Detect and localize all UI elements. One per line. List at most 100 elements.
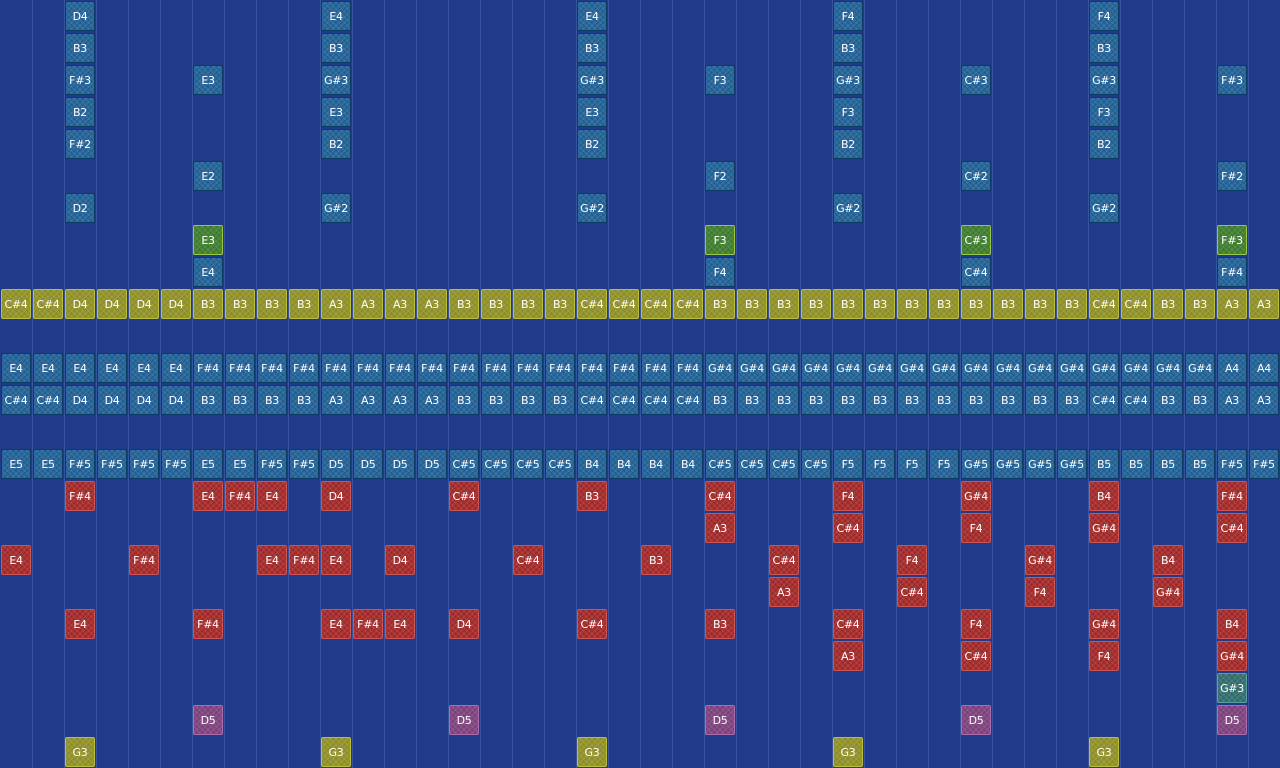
note-block[interactable]: C#5 bbox=[513, 449, 543, 479]
note-block[interactable]: B5 bbox=[1185, 449, 1215, 479]
note-block[interactable]: B2 bbox=[577, 129, 607, 159]
note-block[interactable]: G#3 bbox=[833, 65, 863, 95]
note-block[interactable]: C#4 bbox=[961, 257, 991, 287]
note-block[interactable]: A3 bbox=[353, 385, 383, 415]
note-block[interactable]: F4 bbox=[897, 545, 927, 575]
note-block[interactable]: F#4 bbox=[353, 609, 383, 639]
note-block[interactable]: C#4 bbox=[769, 545, 799, 575]
note-block[interactable]: F#4 bbox=[225, 481, 255, 511]
note-block[interactable]: F#4 bbox=[129, 545, 159, 575]
note-block[interactable]: B2 bbox=[65, 97, 95, 127]
note-block[interactable]: C#4 bbox=[1089, 289, 1119, 319]
note-block[interactable]: D5 bbox=[417, 449, 447, 479]
note-block[interactable]: F4 bbox=[961, 513, 991, 543]
note-block[interactable]: F4 bbox=[1089, 641, 1119, 671]
note-block[interactable]: G#2 bbox=[321, 193, 351, 223]
note-block[interactable]: A3 bbox=[1217, 385, 1247, 415]
note-block[interactable]: B3 bbox=[929, 289, 959, 319]
note-block[interactable]: G#4 bbox=[833, 353, 863, 383]
note-block[interactable]: B3 bbox=[225, 289, 255, 319]
note-block[interactable]: G#2 bbox=[577, 193, 607, 223]
note-block[interactable]: B3 bbox=[769, 289, 799, 319]
note-block[interactable]: A3 bbox=[1249, 385, 1279, 415]
note-block[interactable]: F#5 bbox=[1249, 449, 1279, 479]
note-block[interactable]: F#3 bbox=[1217, 65, 1247, 95]
note-block[interactable]: E4 bbox=[65, 609, 95, 639]
note-block[interactable]: B3 bbox=[705, 609, 735, 639]
note-block[interactable]: F#4 bbox=[1217, 481, 1247, 511]
note-block[interactable]: F#4 bbox=[481, 353, 511, 383]
note-block[interactable]: F3 bbox=[1089, 97, 1119, 127]
note-block[interactable]: E3 bbox=[193, 225, 223, 255]
note-block[interactable]: B3 bbox=[1025, 385, 1055, 415]
note-block[interactable]: G3 bbox=[577, 737, 607, 767]
note-block[interactable]: C#4 bbox=[897, 577, 927, 607]
note-block[interactable]: E4 bbox=[193, 481, 223, 511]
note-block[interactable]: B4 bbox=[1089, 481, 1119, 511]
note-block[interactable]: F#2 bbox=[1217, 161, 1247, 191]
note-block[interactable]: A3 bbox=[1217, 289, 1247, 319]
note-block[interactable]: C#4 bbox=[609, 289, 639, 319]
note-block[interactable]: F#4 bbox=[225, 353, 255, 383]
note-block[interactable]: G#4 bbox=[801, 353, 831, 383]
note-block[interactable]: B3 bbox=[737, 385, 767, 415]
note-block[interactable]: G#5 bbox=[961, 449, 991, 479]
note-block[interactable]: A3 bbox=[417, 385, 447, 415]
note-block[interactable]: E4 bbox=[129, 353, 159, 383]
note-block[interactable]: F#5 bbox=[97, 449, 127, 479]
note-block[interactable]: G#4 bbox=[1185, 353, 1215, 383]
note-block[interactable]: B3 bbox=[577, 33, 607, 63]
note-grid[interactable]: D4 E4 E4 F4 F4 B3 B3 B3 B3 B3 F#3 E3 G#3 G#3 F3 G#3 C#3 G… bbox=[0, 0, 1280, 768]
note-block[interactable]: A3 bbox=[385, 289, 415, 319]
note-block[interactable]: F4 bbox=[1025, 577, 1055, 607]
note-block[interactable]: B3 bbox=[769, 385, 799, 415]
note-block[interactable]: F#4 bbox=[417, 353, 447, 383]
note-block[interactable]: B5 bbox=[1153, 449, 1183, 479]
note-block[interactable]: B3 bbox=[321, 33, 351, 63]
note-block[interactable]: F5 bbox=[833, 449, 863, 479]
note-block[interactable]: B3 bbox=[737, 289, 767, 319]
note-block[interactable]: A3 bbox=[321, 289, 351, 319]
note-block[interactable]: B3 bbox=[897, 289, 927, 319]
note-block[interactable]: F4 bbox=[705, 257, 735, 287]
note-block[interactable]: F4 bbox=[833, 1, 863, 31]
note-block[interactable]: D4 bbox=[321, 481, 351, 511]
note-block[interactable]: C#5 bbox=[545, 449, 575, 479]
note-block[interactable]: B3 bbox=[961, 289, 991, 319]
note-block[interactable]: D5 bbox=[705, 705, 735, 735]
note-block[interactable]: B3 bbox=[1057, 385, 1087, 415]
note-block[interactable]: F#5 bbox=[257, 449, 287, 479]
note-block[interactable]: G#4 bbox=[1121, 353, 1151, 383]
note-block[interactable]: D4 bbox=[449, 609, 479, 639]
note-block[interactable]: G#4 bbox=[1153, 577, 1183, 607]
note-block[interactable]: G#4 bbox=[1057, 353, 1087, 383]
note-block[interactable]: D2 bbox=[65, 193, 95, 223]
note-block[interactable]: B3 bbox=[1153, 289, 1183, 319]
note-block[interactable]: B3 bbox=[1185, 385, 1215, 415]
note-block[interactable]: G#3 bbox=[1089, 65, 1119, 95]
note-block[interactable]: B3 bbox=[929, 385, 959, 415]
note-block[interactable]: E4 bbox=[97, 353, 127, 383]
note-block[interactable]: F#4 bbox=[193, 609, 223, 639]
note-block[interactable]: B3 bbox=[641, 545, 671, 575]
note-block[interactable]: E4 bbox=[321, 1, 351, 31]
note-block[interactable]: C#4 bbox=[833, 513, 863, 543]
note-block[interactable]: B2 bbox=[321, 129, 351, 159]
note-block[interactable]: C#4 bbox=[577, 385, 607, 415]
note-block[interactable]: B3 bbox=[897, 385, 927, 415]
note-block[interactable]: F#5 bbox=[129, 449, 159, 479]
note-block[interactable]: G3 bbox=[833, 737, 863, 767]
note-block[interactable]: F4 bbox=[961, 609, 991, 639]
note-block[interactable]: B2 bbox=[1089, 129, 1119, 159]
note-block[interactable]: F2 bbox=[705, 161, 735, 191]
note-block[interactable]: B3 bbox=[257, 385, 287, 415]
note-block[interactable]: G3 bbox=[321, 737, 351, 767]
note-block[interactable]: C#4 bbox=[961, 641, 991, 671]
note-block[interactable]: A3 bbox=[353, 289, 383, 319]
note-block[interactable]: F#4 bbox=[385, 353, 415, 383]
note-block[interactable]: D4 bbox=[385, 545, 415, 575]
note-block[interactable]: G#4 bbox=[1025, 353, 1055, 383]
note-block[interactable]: G#4 bbox=[1153, 353, 1183, 383]
note-block[interactable]: C#5 bbox=[449, 449, 479, 479]
note-block[interactable]: C#5 bbox=[737, 449, 767, 479]
